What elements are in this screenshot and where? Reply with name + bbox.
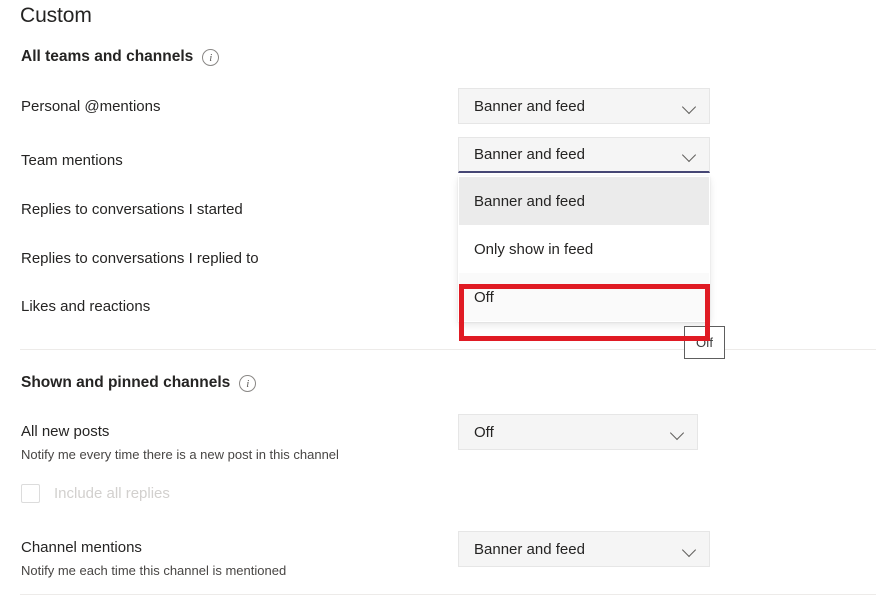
off-chip: Off <box>684 326 725 359</box>
info-icon[interactable]: i <box>202 49 219 66</box>
section-header-shown-and-pinned-channels: Shown and pinned channels i <box>21 374 256 392</box>
dropdown-personal-mentions[interactable]: Banner and feed <box>458 88 710 124</box>
row-sublabel-channel-mentions: Notify me each time this channel is ment… <box>21 563 286 578</box>
row-label-team-mentions: Team mentions <box>21 152 123 169</box>
dropdown-option-label: Off <box>474 289 494 306</box>
dropdown-value: Banner and feed <box>474 98 682 115</box>
dropdown-team-mentions[interactable]: Banner and feed <box>458 137 710 173</box>
dropdown-value: Banner and feed <box>474 146 682 163</box>
dropdown-option-off[interactable]: Off <box>459 273 709 321</box>
row-sublabel-all-new-posts: Notify me every time there is a new post… <box>21 447 339 462</box>
chevron-down-icon <box>682 147 697 162</box>
dropdown-value: Off <box>474 424 670 441</box>
checkbox-include-all-replies[interactable]: Include all replies <box>21 484 170 503</box>
dropdown-all-new-posts[interactable]: Off <box>458 414 698 450</box>
checkbox-box-icon[interactable] <box>21 484 40 503</box>
dropdown-channel-mentions[interactable]: Banner and feed <box>458 531 710 567</box>
row-label-replies-i-replied-to: Replies to conversations I replied to <box>21 250 259 267</box>
section-divider-bottom <box>20 594 876 595</box>
dropdown-value: Banner and feed <box>474 541 682 558</box>
dropdown-option-banner-and-feed[interactable]: Banner and feed <box>459 177 709 225</box>
row-label-replies-i-started: Replies to conversations I started <box>21 201 243 218</box>
custom-notification-settings-page: Custom All teams and channels i Personal… <box>0 0 895 608</box>
checkbox-label: Include all replies <box>54 485 170 502</box>
page-title: Custom <box>20 4 92 28</box>
info-icon[interactable]: i <box>239 375 256 392</box>
row-label-personal-mentions: Personal @mentions <box>21 98 160 115</box>
chevron-down-icon <box>682 99 697 114</box>
row-label-all-new-posts: All new posts <box>21 423 109 440</box>
section-header-all-teams-and-channels: All teams and channels i <box>21 48 219 66</box>
dropdown-option-only-show-in-feed[interactable]: Only show in feed <box>459 225 709 273</box>
off-chip-label: Off <box>696 335 713 350</box>
section-title: Shown and pinned channels <box>21 374 230 392</box>
chevron-down-icon <box>670 425 685 440</box>
dropdown-options-list: Banner and feed Only show in feed Off <box>458 176 710 322</box>
dropdown-option-label: Banner and feed <box>474 193 585 210</box>
row-label-likes-and-reactions: Likes and reactions <box>21 298 150 315</box>
section-title: All teams and channels <box>21 48 193 66</box>
chevron-down-icon <box>682 542 697 557</box>
row-label-channel-mentions: Channel mentions <box>21 539 142 556</box>
dropdown-option-label: Only show in feed <box>474 241 593 258</box>
section-divider-top <box>20 349 876 350</box>
